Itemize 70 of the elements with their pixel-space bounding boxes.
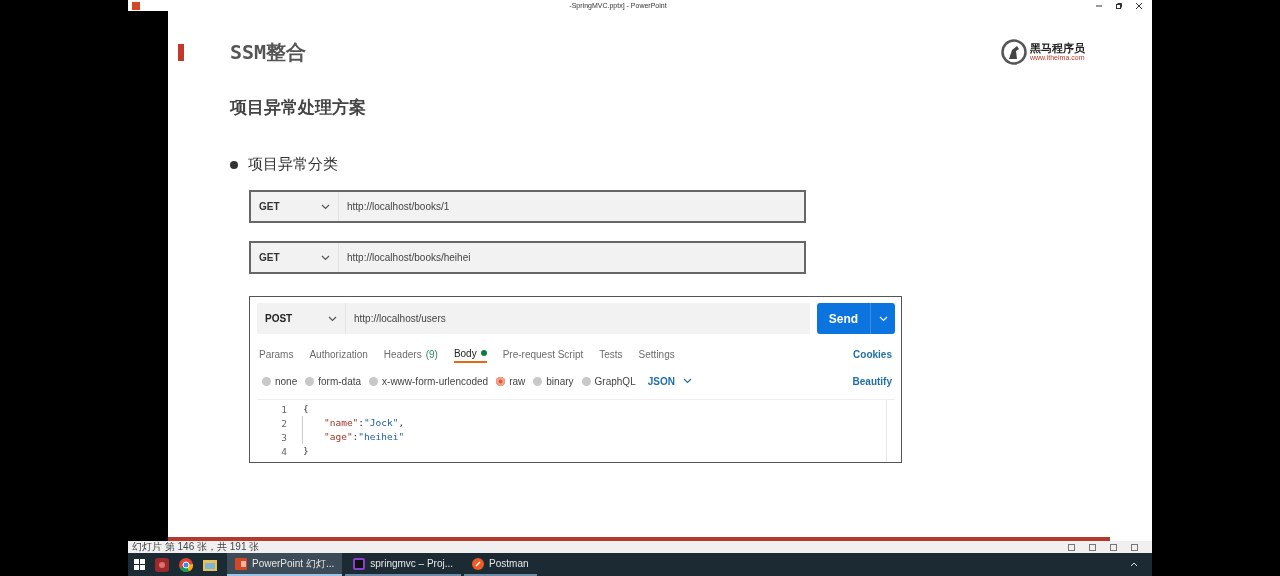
tab[interactable]: Pre-request Script (502, 345, 584, 363)
radio-button[interactable] (496, 376, 506, 386)
tab[interactable]: Body (453, 345, 487, 363)
radio-label: x-www-form-urlencoded (382, 375, 489, 387)
accent-bar (178, 43, 184, 61)
app-icon[interactable] (155, 557, 169, 572)
url-field[interactable]: http://localhost/books/1 (339, 201, 450, 212)
url-field[interactable]: http://localhost/users (346, 303, 810, 334)
radio-label: form-data (318, 375, 362, 387)
radio-label: binary (546, 375, 574, 387)
code-line: "name":"Jock", (302, 416, 405, 430)
beautify-link[interactable]: Beautify (852, 375, 892, 387)
line-number: 2 (280, 417, 287, 429)
send-button[interactable]: Send (817, 303, 895, 334)
radio-label: raw (509, 375, 526, 387)
status-text: 幻灯片 第 146 张，共 191 张 (132, 541, 260, 553)
restore-icon[interactable] (1116, 2, 1122, 9)
slide-title: SSM整合 (230, 38, 307, 66)
chevron-down-icon (321, 254, 330, 261)
format-select[interactable]: JSON (647, 375, 692, 387)
radio-button[interactable] (305, 376, 315, 386)
radio-button[interactable] (262, 376, 271, 386)
folder-icon[interactable] (203, 558, 217, 571)
line-number: 4 (280, 445, 287, 457)
taskbar-button[interactable]: PowerPoint 幻灯... (227, 553, 343, 576)
chevron-down-icon (682, 378, 692, 384)
cookies-link[interactable]: Cookies (853, 348, 892, 360)
radio-button[interactable] (581, 376, 591, 386)
windows-start-icon[interactable] (134, 559, 145, 570)
slides-app-icon (235, 557, 247, 570)
method-select[interactable]: GET (251, 192, 339, 221)
view-mode-icon[interactable] (1068, 543, 1075, 551)
slides-app-icon (132, 1, 140, 10)
tab[interactable]: Tests (599, 345, 623, 363)
chevron-down-icon (321, 203, 330, 210)
line-number: 3 (280, 431, 287, 443)
chevron-up-icon[interactable] (1130, 562, 1138, 567)
emblem-icon (1001, 39, 1027, 65)
tab[interactable]: Headers (9) (383, 345, 438, 363)
view-mode-icon[interactable] (1110, 543, 1117, 551)
taskbar-button[interactable]: Postman (464, 553, 537, 576)
ide-app-icon (353, 557, 366, 570)
view-mode-icon[interactable] (1131, 543, 1138, 551)
radio-label: GraphQL (594, 375, 636, 387)
method-select[interactable]: POST (257, 303, 346, 334)
minimize-icon[interactable] (1096, 2, 1102, 9)
bullet-dot (230, 160, 238, 169)
logo-name: 黑马程序员 (1030, 42, 1085, 54)
tab[interactable]: Params (259, 345, 294, 363)
tab[interactable]: Settings (638, 345, 675, 363)
code-editor[interactable]: 1 { 2 "name":"Jock", 3 "age":"heihei" 4 } (257, 399, 895, 462)
code-line: { (302, 402, 309, 416)
code-line: } (302, 444, 309, 458)
method-select[interactable]: GET (251, 243, 339, 272)
radio-button[interactable] (533, 376, 543, 386)
taskbar-button[interactable]: springmvc – Proj... (345, 553, 462, 576)
url-field[interactable]: http://localhost/books/heihei (339, 252, 471, 263)
bullet-text: 项目异常分类 (248, 155, 338, 174)
line-number: 1 (280, 403, 287, 415)
close-icon[interactable] (1136, 2, 1142, 9)
view-mode-icon[interactable] (1089, 543, 1096, 551)
postman-app-icon (472, 557, 485, 570)
chevron-down-icon (878, 315, 888, 322)
radio-button[interactable] (369, 376, 379, 386)
slide-heading: 项目异常处理方案 (230, 97, 367, 119)
tab[interactable]: Authorization (309, 345, 368, 363)
chevron-down-icon (328, 315, 337, 322)
browser-icon[interactable] (179, 557, 193, 572)
radio-label: none (275, 375, 298, 387)
code-line: "age":"heihei" (302, 430, 405, 444)
